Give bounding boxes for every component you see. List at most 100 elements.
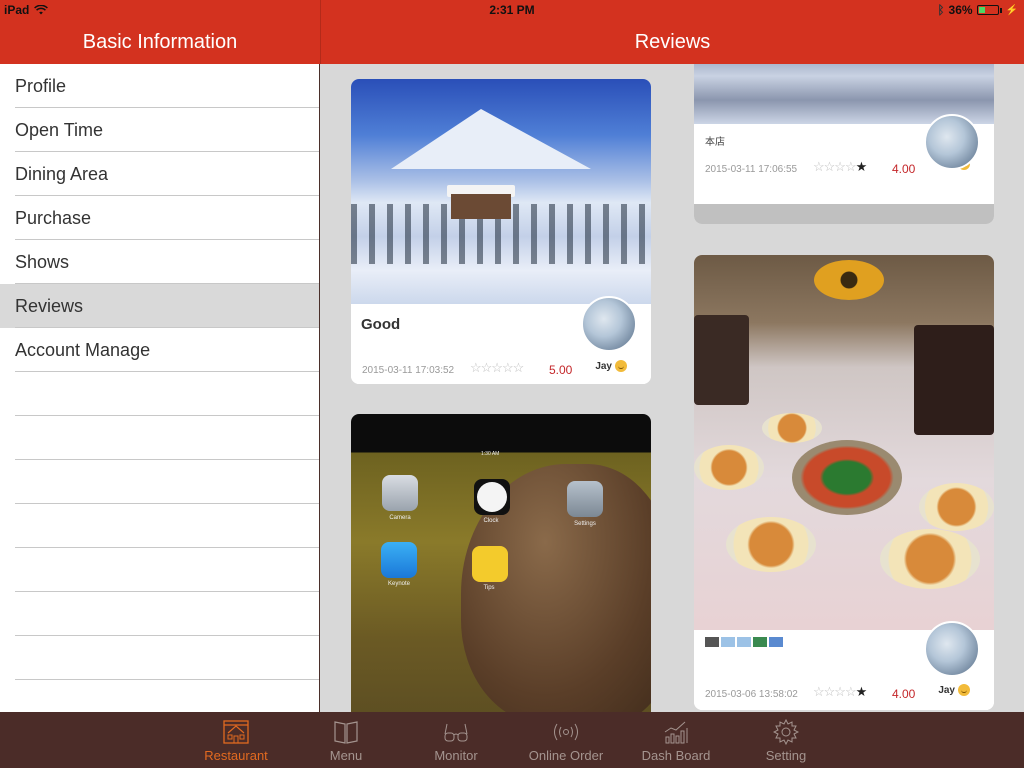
tab-label: Restaurant [204, 748, 268, 763]
sidebar-item-open-time[interactable]: Open Time [0, 108, 319, 152]
empty-row [0, 372, 319, 416]
photo-plate [880, 529, 980, 589]
status-bar: iPad 2:31 PM ᛒ 36% ⚡ [0, 0, 1024, 20]
top-bar: iPad 2:31 PM ᛒ 36% ⚡ Basic Information R… [0, 0, 1024, 64]
smiley-icon [958, 684, 970, 696]
photo-salad-bowl [792, 440, 902, 515]
app-label: Camera [389, 515, 411, 521]
photo-chair [914, 325, 994, 435]
tab-monitor[interactable]: Monitor [401, 712, 511, 768]
user-name: Jay [595, 360, 612, 372]
emoji-icon [705, 637, 719, 647]
page-title: Reviews [634, 30, 711, 53]
empty-row [0, 592, 319, 636]
charging-icon: ⚡ [1005, 4, 1018, 16]
bluetooth-icon: ᛒ [937, 3, 945, 17]
photo-plate [726, 517, 816, 572]
glasses-icon [443, 720, 469, 744]
sidebar-item-shows[interactable]: Shows [0, 240, 319, 284]
photo-time: 1:30 AM [481, 451, 500, 457]
star-rating: ☆☆☆☆★ [813, 684, 868, 700]
tab-bar: Restaurant Menu Monitor Online Order Das… [0, 712, 1024, 768]
broadcast-icon [552, 720, 580, 744]
review-title: Good [361, 316, 401, 333]
avatar[interactable] [581, 296, 637, 352]
star-rating: ☆☆☆☆☆ [470, 360, 524, 375]
tab-setting[interactable]: Setting [731, 712, 841, 768]
card-footer [694, 204, 994, 224]
sidebar-item-dining-area[interactable]: Dining Area [0, 152, 319, 196]
review-user: Jay [938, 684, 970, 696]
keynote-app-icon [381, 542, 417, 578]
tab-menu[interactable]: Menu [291, 712, 401, 768]
camera-app-icon [382, 475, 418, 511]
restaurant-icon [223, 720, 249, 744]
user-name: Jay [938, 684, 955, 696]
app-label: Tips [483, 585, 495, 591]
app-label: Clock [483, 518, 499, 524]
review-date: 2015-03-06 13:58:02 [705, 689, 798, 700]
tab-restaurant[interactable]: Restaurant [181, 712, 291, 768]
review-date: 2015-03-11 17:06:55 [705, 164, 798, 175]
tab-label: Dash Board [641, 748, 711, 763]
empty-row [0, 460, 319, 504]
emoji-icon [753, 637, 767, 647]
sidebar: Profile Open Time Dining Area Purchase S… [0, 64, 320, 712]
review-user: Jay [595, 360, 627, 372]
review-score: 4.00 [892, 687, 916, 701]
review-date: 2015-03-11 17:03:52 [362, 365, 455, 376]
empty-row [0, 548, 319, 592]
chart-icon [663, 720, 689, 744]
empty-row [0, 504, 319, 548]
smiley-icon [615, 360, 627, 372]
review-photo [351, 79, 651, 304]
sidebar-item-account-manage[interactable]: Account Manage [0, 328, 319, 372]
star-rating: ☆☆☆☆★ [813, 159, 868, 175]
sidebar-item-reviews[interactable]: Reviews [0, 284, 319, 328]
review-card[interactable]: 2015-03-06 13:58:02 ☆☆☆☆★ 4.00 Jay [694, 255, 994, 710]
gear-icon [773, 719, 799, 745]
tab-label: Menu [329, 748, 363, 763]
photo-chair [694, 315, 749, 405]
sidebar-item-purchase[interactable]: Purchase [0, 196, 319, 240]
stars-empty: ☆☆☆☆ [813, 684, 857, 699]
sidebar-item-profile[interactable]: Profile [0, 64, 319, 108]
stars-filled: ★ [855, 684, 868, 699]
empty-row [0, 416, 319, 460]
menu-book-icon [333, 720, 359, 744]
app-label: Keynote [387, 581, 411, 587]
battery-level [978, 7, 985, 13]
tab-online-order[interactable]: Online Order [511, 712, 621, 768]
photo-plate [762, 413, 822, 443]
tips-app-icon [472, 546, 508, 582]
battery-tip [999, 7, 1002, 13]
settings-app-icon [567, 481, 603, 517]
clock-app-icon [474, 479, 510, 515]
emoji-icon [769, 637, 783, 647]
tab-dash-board[interactable]: Dash Board [621, 712, 731, 768]
avatar[interactable] [924, 114, 980, 170]
review-card[interactable]: Good 2015-03-11 17:03:52 ☆☆☆☆☆ 5.00 Jay [351, 79, 651, 384]
review-card[interactable]: 本店 2015-03-11 17:06:55 ☆☆☆☆★ 4.00 Jay [694, 64, 994, 224]
photo-plate [694, 445, 764, 490]
empty-row [0, 680, 319, 712]
emoji-icon [721, 637, 735, 647]
review-photo [694, 255, 994, 630]
review-title-emoji [705, 637, 783, 647]
tab-label: Setting [765, 748, 807, 763]
review-title-cjk: 本店 [705, 137, 725, 148]
app-root: iPad 2:31 PM ᛒ 36% ⚡ Basic Information R… [0, 0, 1024, 768]
tab-label: Monitor [434, 748, 478, 763]
reviews-grid[interactable]: Good 2015-03-11 17:03:52 ☆☆☆☆☆ 5.00 Jay … [321, 64, 1024, 712]
review-score: 5.00 [549, 363, 573, 377]
stars-filled: ★ [855, 159, 868, 174]
photo-mountain [391, 109, 591, 169]
photo-plate [919, 483, 994, 531]
review-photo: 1:30 AM Camera Clock Settings Keynote Ti… [351, 414, 651, 712]
emoji-icon [737, 637, 751, 647]
sidebar-title: Basic Information [82, 30, 238, 53]
avatar[interactable] [924, 621, 980, 677]
stars-empty: ☆☆☆☆ [813, 159, 857, 174]
photo-cabin [451, 194, 511, 219]
review-card[interactable]: 1:30 AM Camera Clock Settings Keynote Ti… [351, 414, 651, 712]
